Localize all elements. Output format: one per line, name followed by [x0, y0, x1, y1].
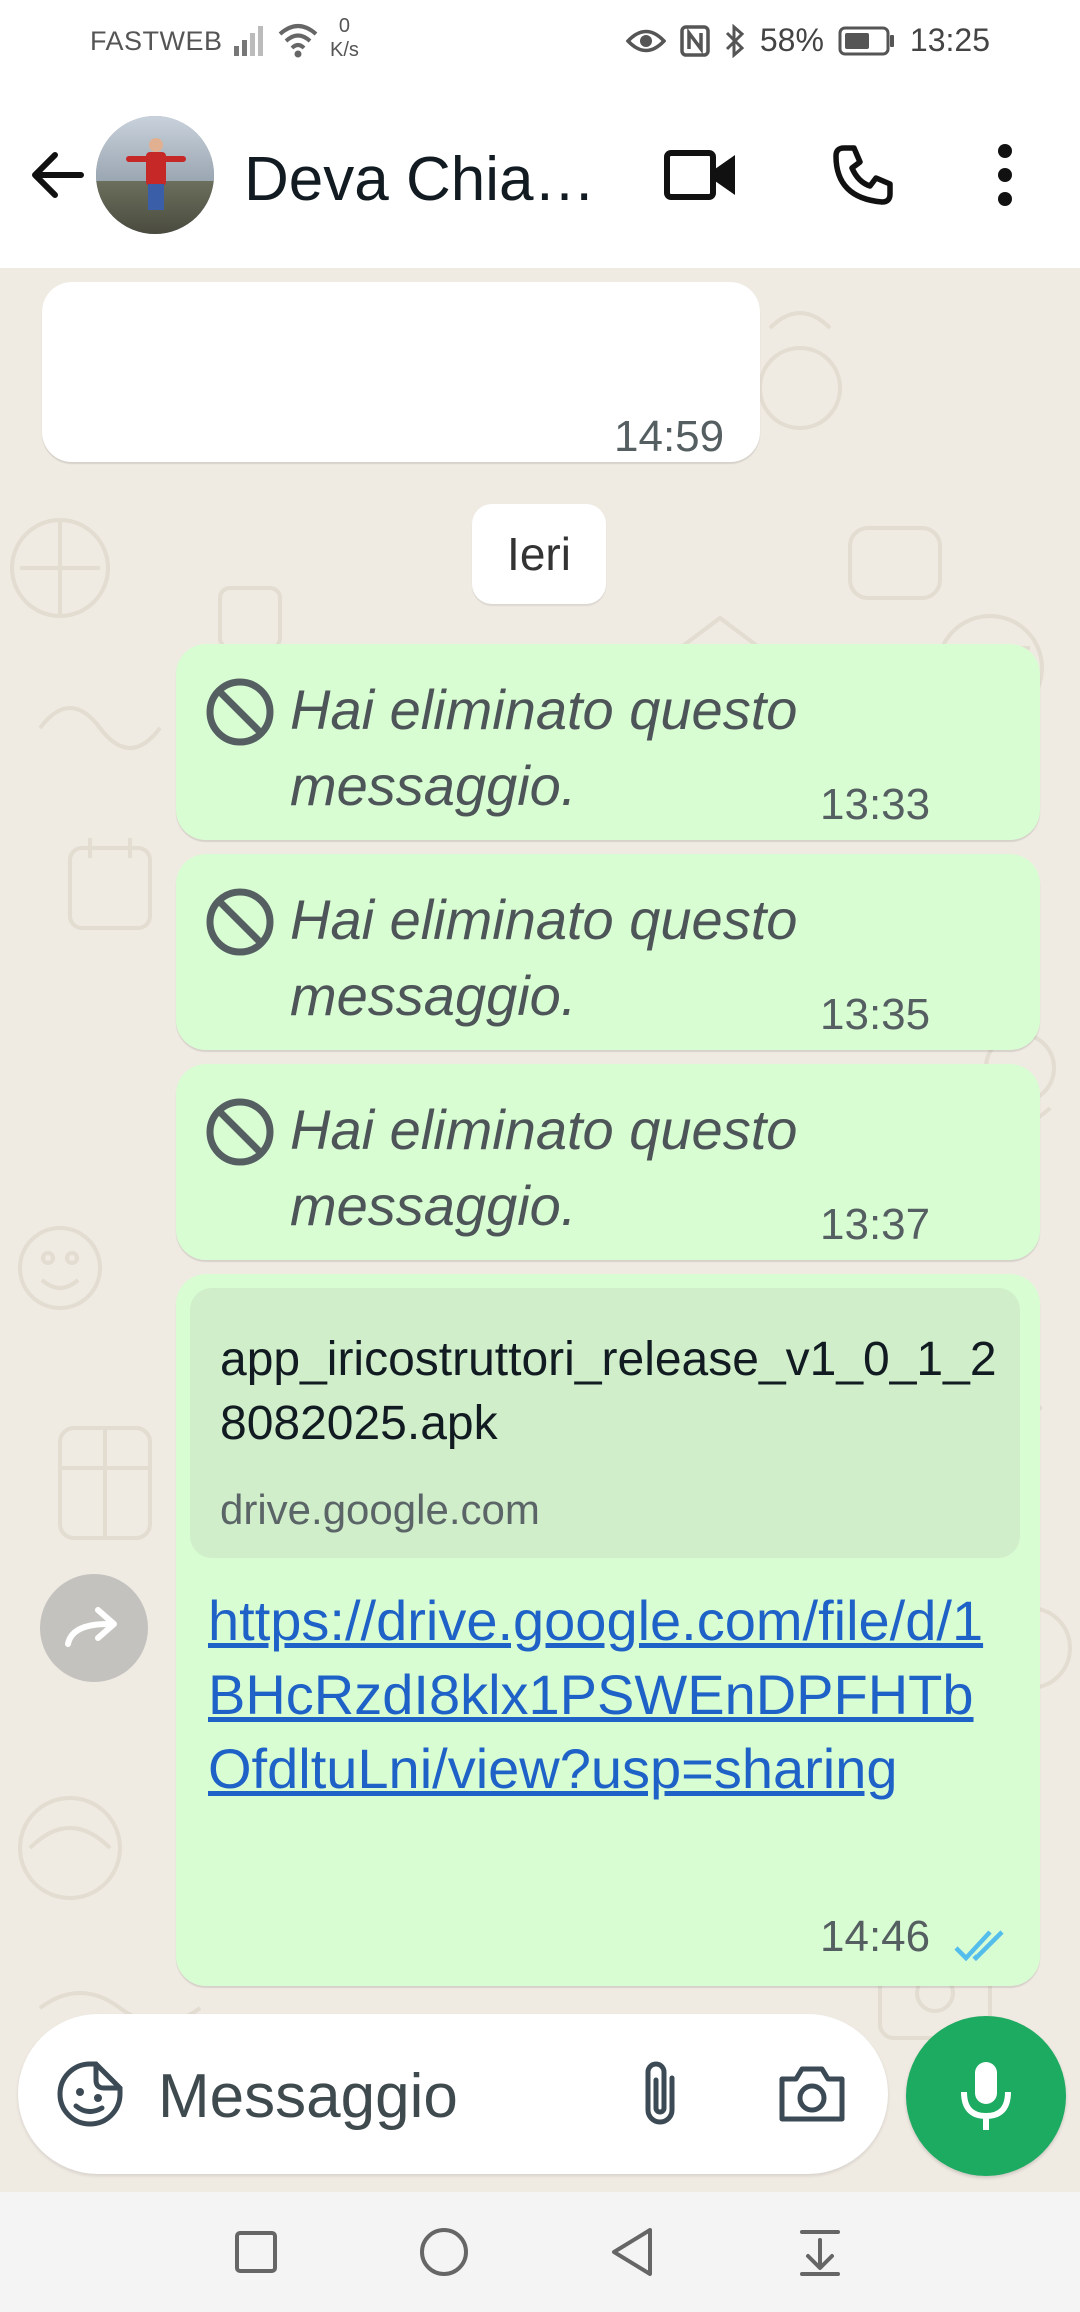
prohibited-icon [206, 888, 274, 956]
network-speed-unit: K/s [330, 39, 359, 61]
clock: 13:25 [909, 22, 990, 58]
link-preview-title: app_iricostruttori_release_v1_0_1_280820… [220, 1333, 997, 1450]
back-icon [612, 2228, 652, 2276]
date-separator: Ieri [472, 504, 606, 604]
back-arrow-icon [32, 152, 84, 198]
link-message-bubble[interactable]: app_iricostruttori_release_v1_0_1_280820… [176, 1274, 1040, 1986]
deleted-message-bubble[interactable]: Hai eliminato questo messaggio. 13:35 [176, 854, 1040, 1050]
avatar[interactable] [96, 116, 214, 234]
battery-percentage: 58% [759, 22, 824, 58]
chat-header: Deva Chia… [0, 84, 1080, 268]
nav-back-button[interactable] [596, 2216, 668, 2288]
sticker-emoji-button[interactable] [48, 2052, 132, 2136]
incoming-message-bubble[interactable]: 14:59 [42, 282, 760, 462]
message-time: 14:59 [614, 412, 725, 461]
signal-icon [232, 22, 268, 63]
prohibited-icon [206, 1098, 274, 1166]
status-bar: FASTWEB 0 K/s 58% 13:25 [0, 0, 1080, 84]
deleted-message-text: Hai eliminato questo messaggio. [290, 888, 798, 1027]
link-preview-domain: drive.google.com [220, 1486, 540, 1533]
nfc-icon [680, 24, 710, 57]
network-speed-value: 0 [338, 15, 351, 37]
sticker-emoji-icon [57, 2061, 123, 2127]
home-button[interactable] [408, 2216, 480, 2288]
message-time: 13:33 [820, 780, 931, 829]
deleted-message-text: Hai eliminato questo messaggio. [290, 678, 798, 817]
recent-apps-icon [235, 2231, 277, 2273]
read-receipt-icon [954, 1930, 1004, 1962]
message-input[interactable] [158, 2054, 588, 2138]
deleted-message-text: Hai eliminato questo messaggio. [290, 1098, 798, 1237]
message-composer [18, 2014, 888, 2174]
prohibited-icon [206, 678, 274, 746]
notification-pull-button[interactable] [784, 2216, 856, 2288]
message-link[interactable]: https://drive.google.com/file/d/1BHcRzdI… [208, 1584, 1008, 1806]
phone-icon [833, 145, 893, 205]
home-icon [420, 2228, 468, 2276]
forward-icon [65, 1607, 117, 1647]
message-time: 13:35 [820, 990, 931, 1039]
wifi-icon [276, 20, 320, 65]
deleted-message-bubble[interactable]: Hai eliminato questo messaggio. 13:37 [176, 1064, 1040, 1260]
message-time: 13:37 [820, 1200, 931, 1249]
eye-icon [625, 26, 666, 56]
message-time: 14:46 [820, 1912, 931, 1961]
contact-name[interactable]: Deva Chia… [244, 144, 595, 215]
video-call-button[interactable] [656, 130, 746, 220]
attach-icon [645, 2061, 675, 2125]
forward-button[interactable] [40, 1574, 148, 1682]
mic-icon [961, 2062, 1011, 2130]
back-button[interactable] [24, 142, 90, 208]
system-nav-bar [0, 2192, 1080, 2312]
camera-button[interactable] [770, 2052, 854, 2136]
status-icons: 58% 13:25 [625, 22, 990, 59]
link-preview[interactable]: app_iricostruttori_release_v1_0_1_280820… [190, 1288, 1020, 1558]
battery-icon [838, 26, 896, 56]
carrier-name: FASTWEB [90, 26, 223, 56]
voice-call-button[interactable] [818, 130, 908, 220]
recent-apps-button[interactable] [220, 2216, 292, 2288]
attach-button[interactable] [618, 2052, 702, 2136]
video-call-icon [664, 150, 735, 200]
more-vert-icon [998, 144, 1012, 206]
notification-pull-icon [800, 2230, 840, 2276]
voice-record-button[interactable] [906, 2016, 1066, 2176]
chat-area[interactable]: 14:59 Ieri Hai eliminato questo messaggi… [0, 268, 1080, 2192]
bluetooth-icon [724, 23, 746, 58]
camera-icon [779, 2066, 845, 2122]
more-options-button[interactable] [960, 130, 1050, 220]
network-speed: 0 K/s [330, 14, 359, 62]
deleted-message-bubble[interactable]: Hai eliminato questo messaggio. 13:33 [176, 644, 1040, 840]
